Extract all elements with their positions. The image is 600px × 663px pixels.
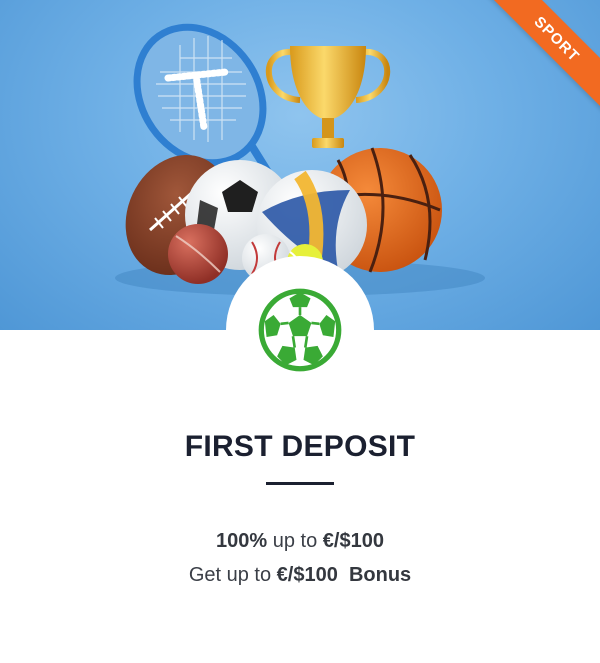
offer-bonus: Bonus — [348, 564, 412, 586]
soccer-ball-icon — [258, 288, 342, 372]
promo-card[interactable]: SPORT FIRST DEPOSIT 100% up to €/$100 Ge… — [0, 0, 600, 663]
offer-line-2: Get up to €/$100 Bonus — [0, 564, 600, 587]
cricket-ball-icon — [168, 224, 228, 284]
offer-percent: 100% — [216, 530, 268, 552]
offer-text: Get up to — [188, 564, 277, 586]
title-divider — [266, 482, 334, 485]
offer-amount: €/$100 — [322, 530, 384, 552]
trophy-icon — [265, 46, 391, 148]
offer-text: up to — [267, 530, 323, 552]
category-badge — [226, 256, 374, 404]
offer-line-1: 100% up to €/$100 — [0, 530, 600, 553]
offer-amount: €/$100 — [276, 564, 338, 586]
offer-spacer — [338, 564, 349, 586]
offer-title: FIRST DEPOSIT — [184, 430, 416, 463]
